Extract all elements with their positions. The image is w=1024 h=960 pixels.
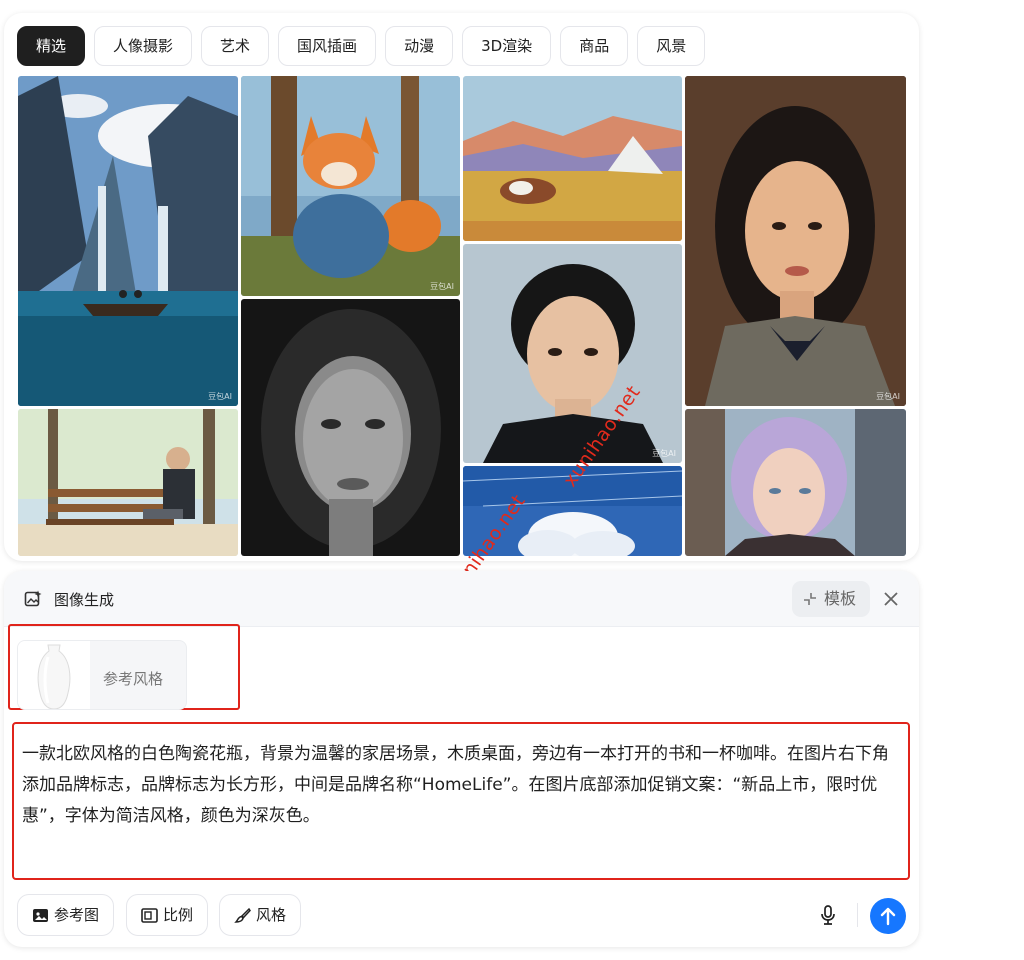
tab-product[interactable]: 商品 (560, 26, 629, 66)
tab-3d-render[interactable]: 3D渲染 (462, 26, 552, 66)
image-source-tag: 豆包AI (430, 282, 454, 291)
tab-portrait[interactable]: 人像摄影 (94, 26, 193, 66)
gallery-image-grassland[interactable] (463, 76, 682, 241)
tab-landscape[interactable]: 风景 (637, 26, 706, 66)
image-grid: 豆包AI 豆包AI 豆包AI 豆包AI (18, 76, 906, 556)
tab-anime[interactable]: 动漫 (385, 26, 454, 66)
panel-title: 图像生成 (54, 591, 115, 609)
image-source-tag: 豆包AI (876, 392, 900, 401)
panel-header: 图像生成 模板 (4, 571, 919, 627)
tab-featured[interactable]: 精选 (17, 26, 86, 66)
vase-thumbnail (37, 644, 71, 709)
collapse-icon (804, 593, 816, 605)
send-button[interactable] (870, 898, 906, 934)
gallery-image-bw-woman[interactable] (241, 299, 460, 556)
aspect-ratio-button[interactable]: 比例 (126, 894, 209, 936)
microphone-icon[interactable] (818, 904, 838, 926)
reference-image-button[interactable]: 参考图 (17, 894, 115, 936)
gallery-image-purple-hair-girl[interactable] (685, 409, 906, 556)
reference-image-label: 参考图 (54, 906, 100, 924)
gallery-image-young-man[interactable]: 豆包AI (463, 244, 682, 463)
reference-style-label: 参考风格 (103, 670, 164, 688)
image-generation-panel: 图像生成 模板 参考风格 一款北欧风格的白色陶瓷花瓶，背景为温馨的家居场景，木质… (4, 571, 919, 947)
style-label: 风格 (256, 906, 287, 924)
template-button[interactable]: 模板 (792, 581, 870, 617)
reference-image-thumbnail (18, 641, 90, 709)
image-source-tag: 豆包AI (208, 392, 232, 401)
prompt-input[interactable]: 一款北欧风格的白色陶瓷花瓶，背景为温馨的家居场景，木质桌面，旁边有一本打开的书和… (22, 739, 902, 832)
aspect-ratio-icon (141, 908, 158, 923)
close-icon[interactable] (880, 588, 902, 610)
gallery-image-mountain-lake[interactable]: 豆包AI (18, 76, 238, 406)
image-generate-icon (24, 590, 42, 607)
inspiration-gallery: 精选 人像摄影 艺术 国风插画 动漫 3D渲染 商品 风景 豆包AI 豆包AI … (4, 13, 919, 561)
tab-chinese-illustration[interactable]: 国风插画 (278, 26, 377, 66)
gallery-image-old-man-bench[interactable] (18, 409, 238, 556)
brush-icon (234, 907, 251, 923)
reference-style-card[interactable]: 参考风格 (17, 640, 187, 710)
arrow-up-icon (880, 907, 896, 926)
tab-art[interactable]: 艺术 (201, 26, 270, 66)
template-label: 模板 (824, 589, 857, 608)
aspect-ratio-label: 比例 (163, 906, 194, 924)
style-button[interactable]: 风格 (219, 894, 302, 936)
gallery-image-young-woman[interactable]: 豆包AI (685, 76, 906, 406)
image-source-tag: 豆包AI (652, 449, 676, 458)
gallery-image-fox[interactable]: 豆包AI (241, 76, 460, 296)
image-icon (33, 909, 48, 922)
category-tabs: 精选 人像摄影 艺术 国风插画 动漫 3D渲染 商品 风景 (17, 26, 706, 66)
toolbar-divider (857, 903, 858, 927)
